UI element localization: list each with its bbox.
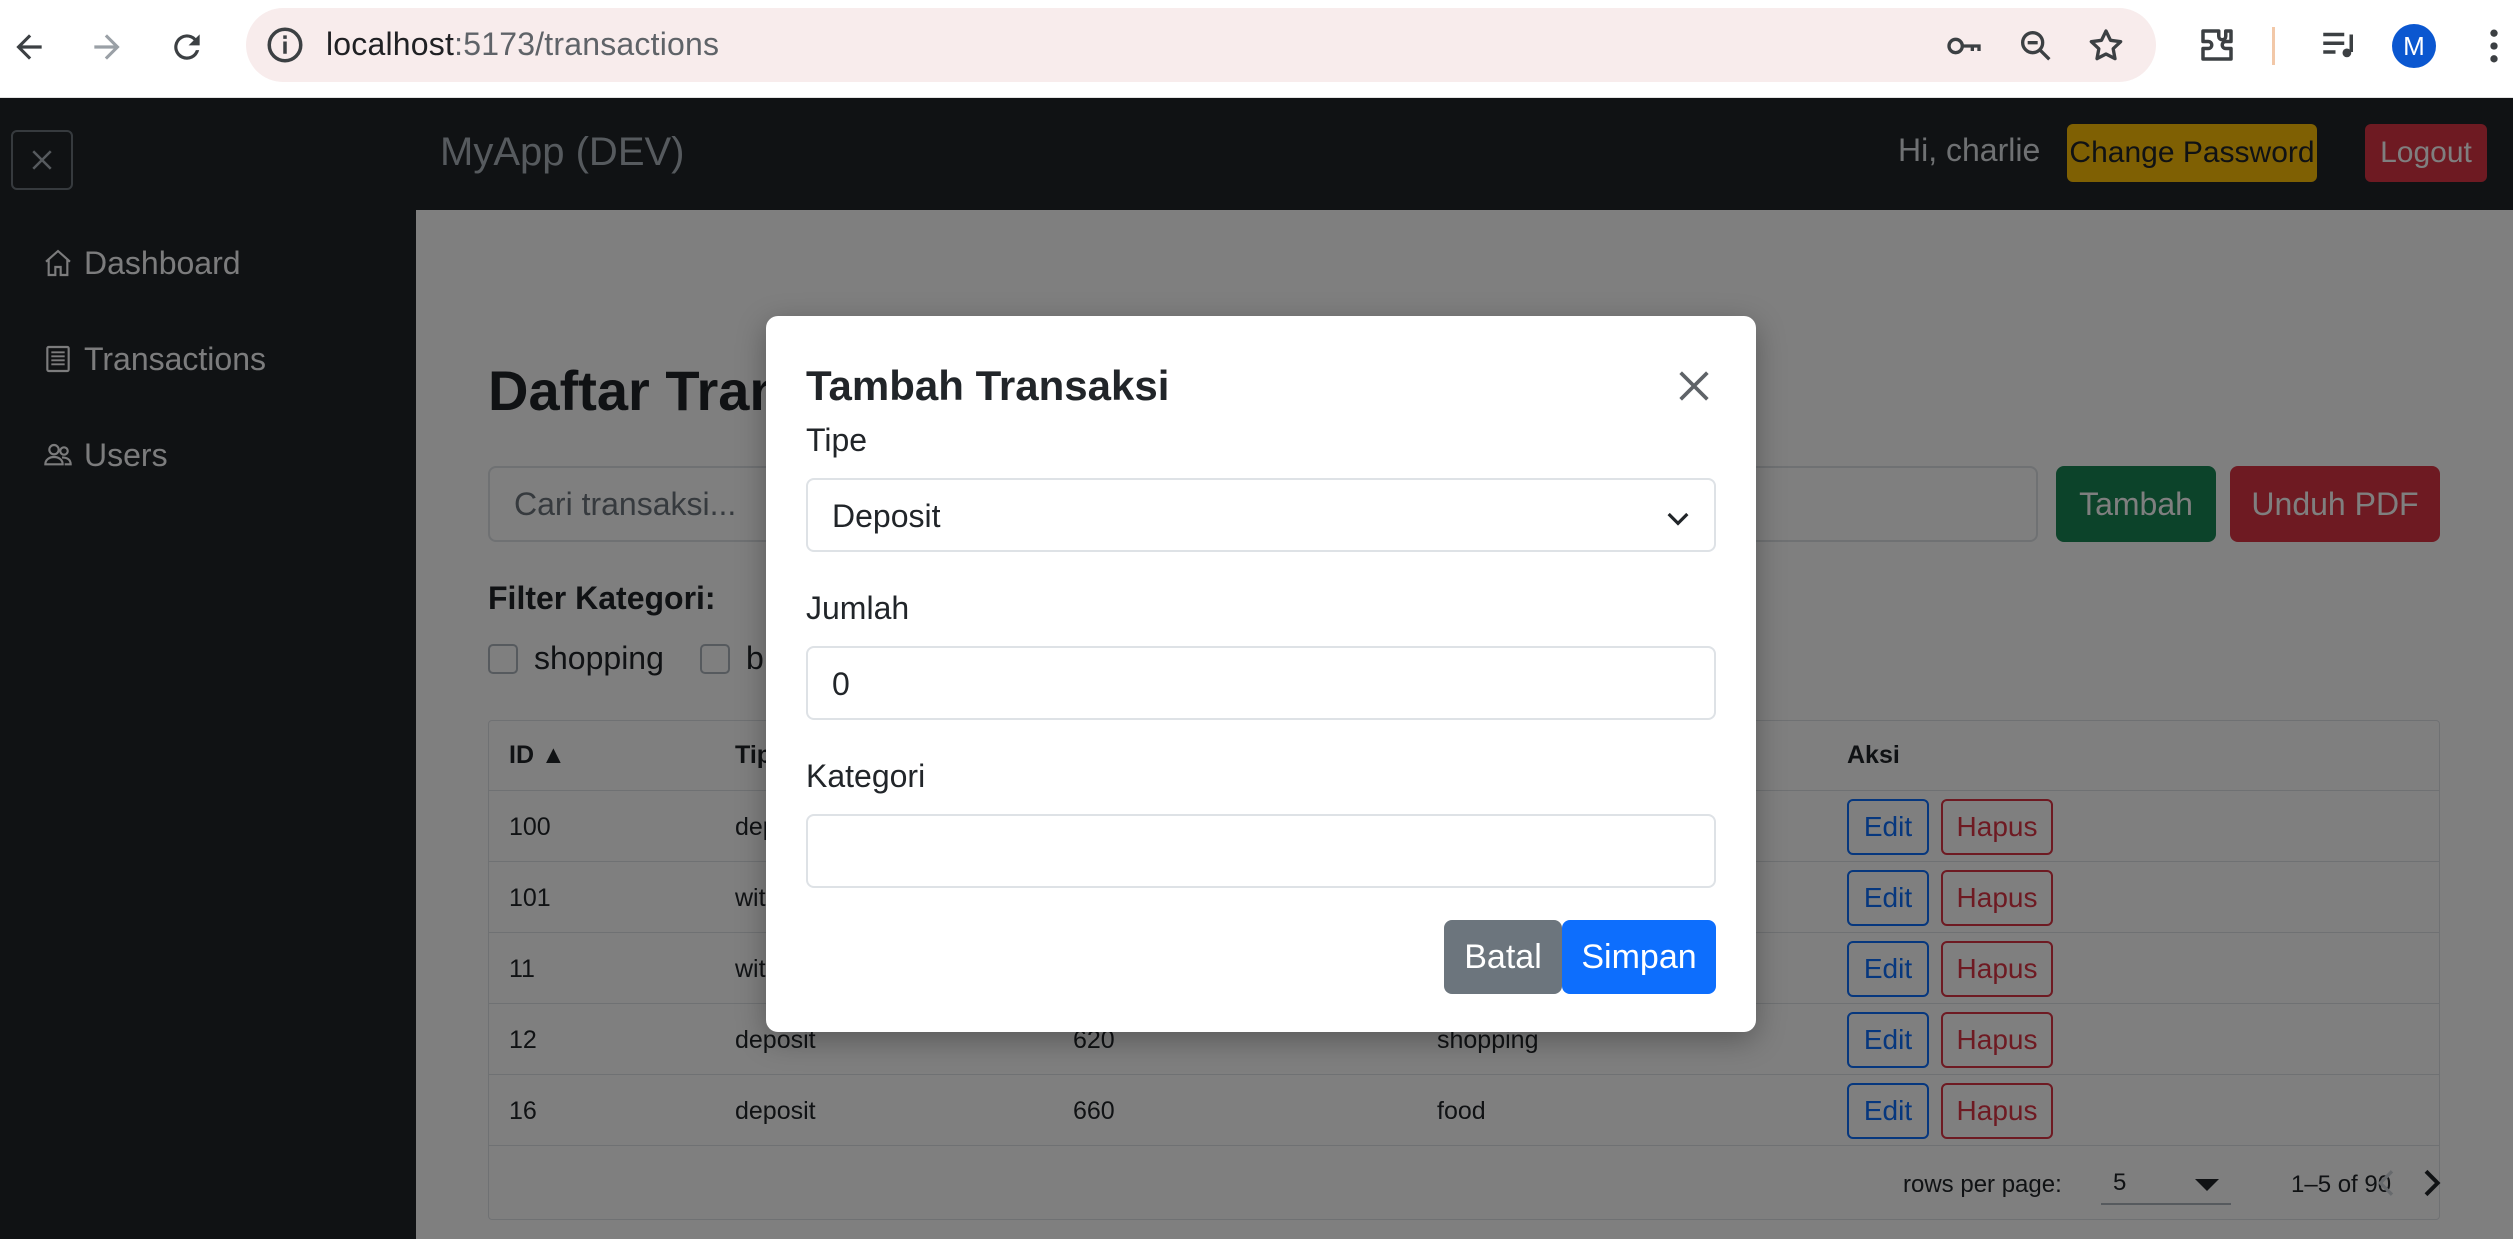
chrome-menu-icon[interactable] bbox=[2480, 24, 2508, 68]
profile-avatar[interactable]: M bbox=[2392, 24, 2436, 68]
cancel-button[interactable]: Batal bbox=[1444, 920, 1562, 994]
add-transaction-modal: Tambah Transaksi Tipe Deposit Jumlah 0 K… bbox=[766, 316, 1756, 1032]
toolbar-separator bbox=[2272, 27, 2275, 65]
amount-input[interactable]: 0 bbox=[806, 646, 1716, 720]
type-select-value: Deposit bbox=[832, 498, 941, 534]
modal-title: Tambah Transaksi bbox=[806, 362, 1170, 409]
extensions-icon[interactable] bbox=[2196, 24, 2238, 66]
type-label: Tipe bbox=[806, 422, 868, 458]
category-input[interactable] bbox=[806, 814, 1716, 888]
forward-icon[interactable] bbox=[80, 20, 134, 74]
key-icon[interactable] bbox=[1944, 26, 1984, 66]
back-icon[interactable] bbox=[2, 20, 56, 74]
chevron-down-icon bbox=[1667, 512, 1689, 526]
bookmark-star-icon[interactable] bbox=[2086, 26, 2126, 66]
amount-label: Jumlah bbox=[806, 590, 910, 626]
category-label: Kategori bbox=[806, 758, 926, 794]
amount-input-value: 0 bbox=[832, 666, 850, 702]
url-text: localhost:5173/transactions bbox=[326, 26, 720, 62]
address-bar[interactable]: localhost:5173/transactions bbox=[246, 8, 2156, 82]
media-controls-icon[interactable] bbox=[2318, 24, 2360, 66]
type-select[interactable]: Deposit bbox=[806, 478, 1716, 552]
site-info-icon[interactable] bbox=[264, 24, 306, 66]
save-button[interactable]: Simpan bbox=[1562, 920, 1716, 994]
browser-toolbar: localhost:5173/transactions M bbox=[0, 0, 2513, 98]
reload-icon[interactable] bbox=[160, 20, 214, 74]
zoom-icon[interactable] bbox=[2016, 26, 2056, 66]
close-icon[interactable] bbox=[1674, 366, 1714, 406]
